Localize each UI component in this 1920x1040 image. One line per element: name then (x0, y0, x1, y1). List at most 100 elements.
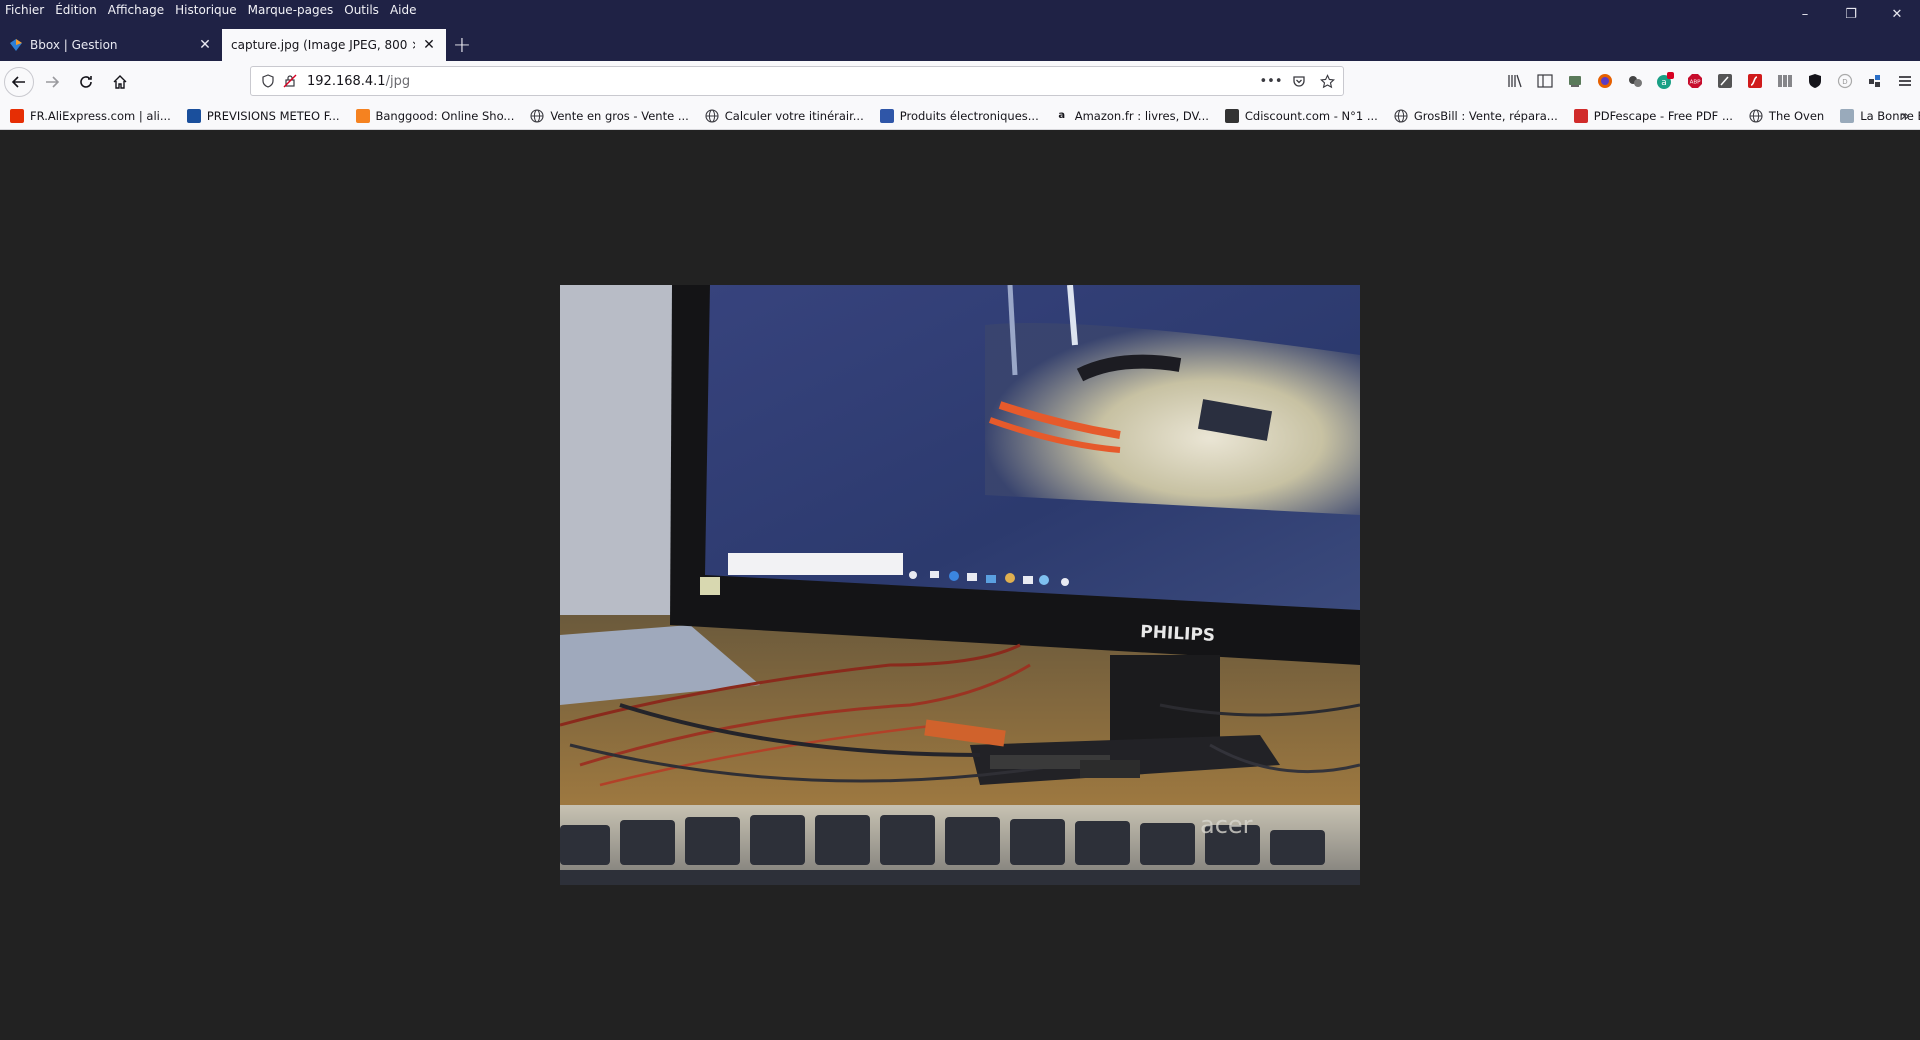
forward-arrow-icon (46, 75, 60, 88)
tab-close-icon[interactable]: ✕ (421, 37, 437, 53)
menu-bar: Fichier Édition Affichage Historique Mar… (0, 0, 427, 20)
pocket-icon[interactable] (1287, 70, 1311, 92)
minimize-button[interactable]: – (1782, 0, 1828, 28)
bookmark-item[interactable]: Vente en gros - Vente ... (530, 108, 689, 123)
bookmark-item[interactable]: Produits électroniques... (879, 108, 1039, 123)
extension-circle-icon[interactable]: D (1834, 70, 1856, 92)
bbox-favicon-icon (10, 39, 22, 51)
close-window-button[interactable]: ✕ (1874, 0, 1920, 28)
tab-bbox-gestion[interactable]: Bbox | Gestion ✕ (0, 29, 222, 61)
bookmark-label: PREVISIONS METEO F... (206, 108, 340, 123)
tab-close-icon[interactable]: ✕ (197, 37, 213, 53)
sidebar-icon[interactable] (1534, 70, 1556, 92)
bookmark-label: GrosBill : Vente, répara... (1413, 108, 1558, 123)
keyboard-brand-label: acer (1200, 811, 1253, 839)
bookmark-label: Calculer votre itinérair... (724, 108, 864, 123)
tab-title: capture.jpg (Image JPEG, 800 × 600 (231, 38, 415, 52)
forward-button[interactable] (36, 66, 68, 98)
back-arrow-icon (11, 75, 25, 88)
site-favicon-icon (10, 108, 24, 123)
menu-outils[interactable]: Outils (344, 0, 379, 20)
navigation-toolbar: 192.168.4.1/jpg ••• a ABP D (0, 61, 1920, 102)
bookmark-item[interactable]: Cdiscount.com - N°1 ... (1224, 108, 1378, 123)
bookmark-item[interactable]: The Oven (1749, 109, 1824, 123)
extension-toolbar: a ABP D (1500, 65, 1920, 97)
site-favicon-icon (1224, 108, 1239, 123)
extension-screen-icon[interactable] (1564, 70, 1586, 92)
adblock-plus-icon[interactable]: ABP (1684, 70, 1706, 92)
tab-title: Bbox | Gestion (30, 38, 118, 52)
menu-edition[interactable]: Édition (55, 0, 97, 20)
captured-photo: PHILIPS acer (560, 285, 1360, 885)
hamburger-menu-icon[interactable] (1894, 70, 1916, 92)
restore-button[interactable]: ❐ (1828, 0, 1874, 28)
tab-capture-jpg[interactable]: capture.jpg (Image JPEG, 800 × 600 ✕ (222, 29, 446, 61)
bookmarks-toolbar: FR.AliExpress.com | ali... PREVISIONS MET… (0, 102, 1920, 130)
barcode-icon[interactable] (1774, 70, 1796, 92)
bookmark-label: Cdiscount.com - N°1 ... (1244, 108, 1378, 123)
firefox-extension-icon[interactable] (1594, 70, 1616, 92)
menu-aide[interactable]: Aide (390, 0, 417, 20)
globe-icon (1749, 108, 1763, 123)
webcam-capture-image: PHILIPS acer (560, 285, 1360, 885)
flash-icon[interactable] (1744, 70, 1766, 92)
extension-pen-icon[interactable] (1714, 70, 1736, 92)
svg-text:D: D (1842, 78, 1847, 86)
site-favicon-icon (1573, 108, 1588, 123)
address-bar[interactable]: 192.168.4.1/jpg ••• (250, 66, 1344, 96)
url-host: 192.168.4.1 (307, 73, 386, 89)
svg-text:a: a (1661, 78, 1667, 88)
bookmark-item[interactable]: PDFescape - Free PDF ... (1573, 108, 1733, 123)
amazon-icon: a (1058, 110, 1066, 121)
back-button[interactable] (4, 66, 34, 97)
site-favicon-icon (1840, 108, 1855, 123)
new-tab-button[interactable]: + (446, 29, 478, 61)
image-viewer: PHILIPS acer (0, 130, 1920, 1040)
site-favicon-icon (355, 108, 370, 123)
globe-icon (530, 108, 544, 123)
extension-multi-icon[interactable] (1624, 70, 1646, 92)
home-button[interactable] (104, 66, 136, 98)
bookmark-label: The Oven (1768, 108, 1825, 123)
home-icon (113, 74, 127, 89)
bookmark-label: La Bonne Boite | N'env... (1860, 108, 1920, 123)
reload-icon (80, 75, 92, 88)
bookmark-label: PDFescape - Free PDF ... (1593, 108, 1733, 123)
shield-icon[interactable] (1804, 70, 1826, 92)
insecure-connection-icon[interactable] (279, 70, 301, 92)
bookmark-item[interactable]: FR.AliExpress.com | ali... (10, 108, 171, 123)
bookmark-label: Vente en gros - Vente ... (550, 108, 689, 123)
bookmark-label: FR.AliExpress.com | ali... (30, 108, 171, 123)
bookmark-label: Amazon.fr : livres, DV... (1074, 108, 1209, 123)
bookmark-item[interactable]: a Amazon.fr : livres, DV... (1055, 109, 1209, 123)
menu-fichier[interactable]: Fichier (5, 0, 44, 20)
url-actions: ••• (1255, 70, 1339, 92)
bookmark-item[interactable]: Calculer votre itinérair... (705, 109, 864, 123)
svg-text:ABP: ABP (1690, 80, 1702, 86)
globe-icon (705, 108, 719, 123)
bookmarks-overflow-icon[interactable]: » (1900, 106, 1910, 125)
bookmark-item[interactable]: PREVISIONS METEO F... (186, 108, 340, 123)
extension-badge-icon[interactable]: a (1654, 70, 1676, 92)
window-controls: – ❐ ✕ (1782, 0, 1920, 28)
menu-affichage[interactable]: Affichage (108, 0, 164, 20)
site-favicon-icon (186, 108, 201, 123)
tracking-protection-icon[interactable] (257, 70, 279, 92)
bookmark-item[interactable]: Banggood: Online Sho... (355, 108, 515, 123)
site-favicon-icon (879, 108, 894, 123)
bookmark-item[interactable]: GrosBill : Vente, répara... (1394, 109, 1558, 123)
menu-historique[interactable]: Historique (175, 0, 237, 20)
tab-strip: Bbox | Gestion ✕ capture.jpg (Image JPEG… (0, 29, 1920, 61)
page-actions-button[interactable]: ••• (1259, 70, 1283, 92)
library-icon[interactable] (1504, 70, 1526, 92)
bookmark-label: Produits électroniques... (899, 108, 1039, 123)
star-icon[interactable] (1315, 70, 1339, 92)
globe-icon (1394, 108, 1408, 123)
extensions-puzzle-icon[interactable] (1864, 70, 1886, 92)
url-path: /jpg (385, 73, 411, 89)
menu-marque-pages[interactable]: Marque-pages (248, 0, 334, 20)
monitor-brand-label: PHILIPS (1140, 622, 1216, 646)
bookmark-label: Banggood: Online Sho... (375, 108, 515, 123)
reload-button[interactable] (70, 66, 102, 98)
title-bar: Fichier Édition Affichage Historique Mar… (0, 0, 1920, 61)
